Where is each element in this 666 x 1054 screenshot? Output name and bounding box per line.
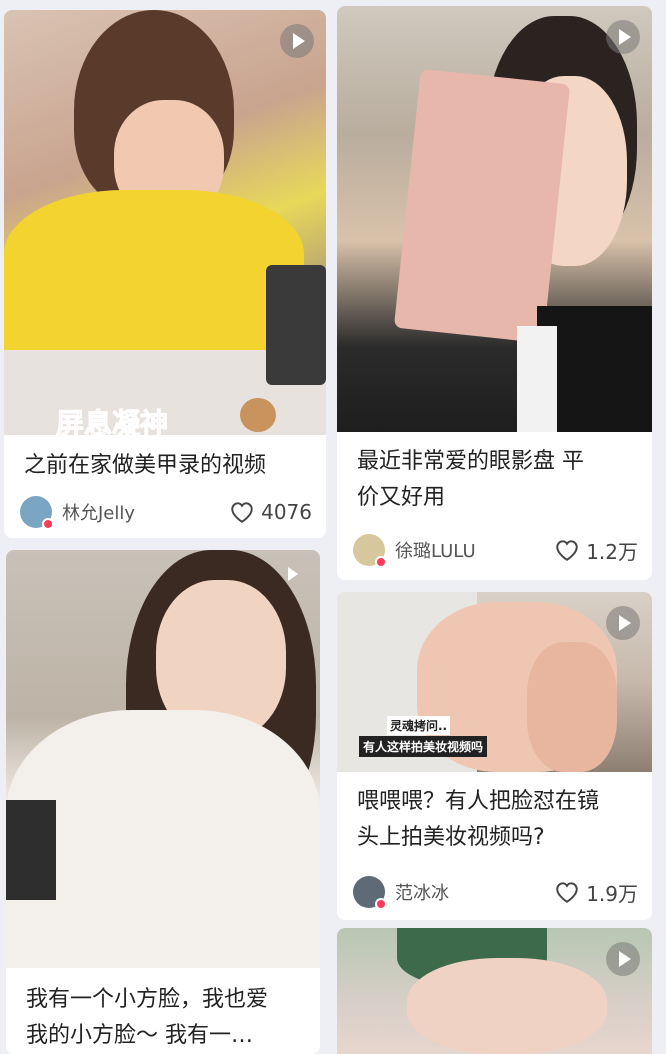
card-title: 之前在家做美甲录的视频 [24,453,267,478]
shirt-shape [4,190,304,350]
video-thumbnail[interactable]: 屏息凝神 [4,10,326,435]
author-name[interactable]: 林允Jelly [62,499,229,525]
like-button[interactable]: 4076 [229,500,312,524]
card-title-line-2: 头上拍美妆视频吗? [357,825,545,850]
card-title-line-2: 我的小方脸～ 我有一… [26,1023,253,1048]
card-title-line-1: 我有一个小方脸，我也爱 [26,987,269,1012]
avatar[interactable] [353,534,387,568]
face-shape [407,958,607,1054]
overlay-caption-2: 有人这样拍美妆视频吗 [359,736,488,757]
video-thumbnail[interactable]: 灵魂拷问.. 有人这样拍美妆视频吗 [337,592,652,772]
video-card-3[interactable]: 我有一个小方脸，我也爱 我的小方脸～ 我有一… [6,550,320,1054]
play-icon [280,562,306,588]
card-title-line-1: 喂喂喂？有人把脸怼在镜 [357,789,600,814]
card-title: 喂喂喂？有人把脸怼在镜 头上拍美妆视频吗? [357,784,638,856]
card-title: 我有一个小方脸，我也爱 我的小方脸～ 我有一… [26,982,306,1054]
avatar[interactable] [353,876,387,910]
play-icon [606,606,640,640]
author-name[interactable]: 徐璐LULU [395,537,554,563]
card-title: 最近非常爱的眼影盘 平 价又好用 [357,444,638,516]
video-thumbnail[interactable] [6,550,320,968]
like-button[interactable]: 1.9万 [554,878,638,907]
tablet-shape [266,265,326,385]
verified-badge [375,898,387,910]
palette-shape [393,68,571,344]
like-button[interactable]: 1.2万 [554,536,638,565]
shirt-shape [517,326,557,432]
author-name[interactable]: 范冰冰 [395,879,554,905]
video-card-5[interactable] [337,928,652,1054]
like-count: 1.2万 [586,539,638,564]
video-card-4[interactable]: 灵魂拷问.. 有人这样拍美妆视频吗 喂喂喂？有人把脸怼在镜 头上拍美妆视频吗? … [337,592,652,920]
avatar[interactable] [20,496,54,530]
play-icon [606,20,640,54]
like-count: 4076 [261,500,312,524]
heart-icon [231,502,253,523]
verified-badge [375,556,387,568]
video-card-1[interactable]: 屏息凝神 之前在家做美甲录的视频 林允Jelly 4076 [4,10,326,538]
heart-icon [556,882,578,903]
play-icon [606,942,640,976]
heart-icon [556,540,578,561]
author-row: 徐璐LULU 1.2万 [353,532,638,568]
author-row: 范冰冰 1.9万 [353,874,638,910]
play-icon [280,24,314,58]
card-title-line-1: 最近非常爱的眼影盘 平 [357,449,584,474]
chair-shape [6,800,56,900]
overlay-caption-1: 灵魂拷问.. [387,716,451,735]
video-thumbnail[interactable] [337,928,652,1054]
hand-shape [527,642,617,772]
author-row: 林允Jelly 4076 [20,494,312,530]
monkey-emoji [240,398,276,432]
like-count: 1.9万 [586,881,638,906]
verified-badge [42,518,54,530]
video-card-2[interactable]: 最近非常爱的眼影盘 平 价又好用 徐璐LULU 1.2万 [337,6,652,580]
overlay-caption: 屏息凝神 [55,407,169,436]
video-thumbnail[interactable] [337,6,652,432]
card-title-line-2: 价又好用 [357,485,446,510]
